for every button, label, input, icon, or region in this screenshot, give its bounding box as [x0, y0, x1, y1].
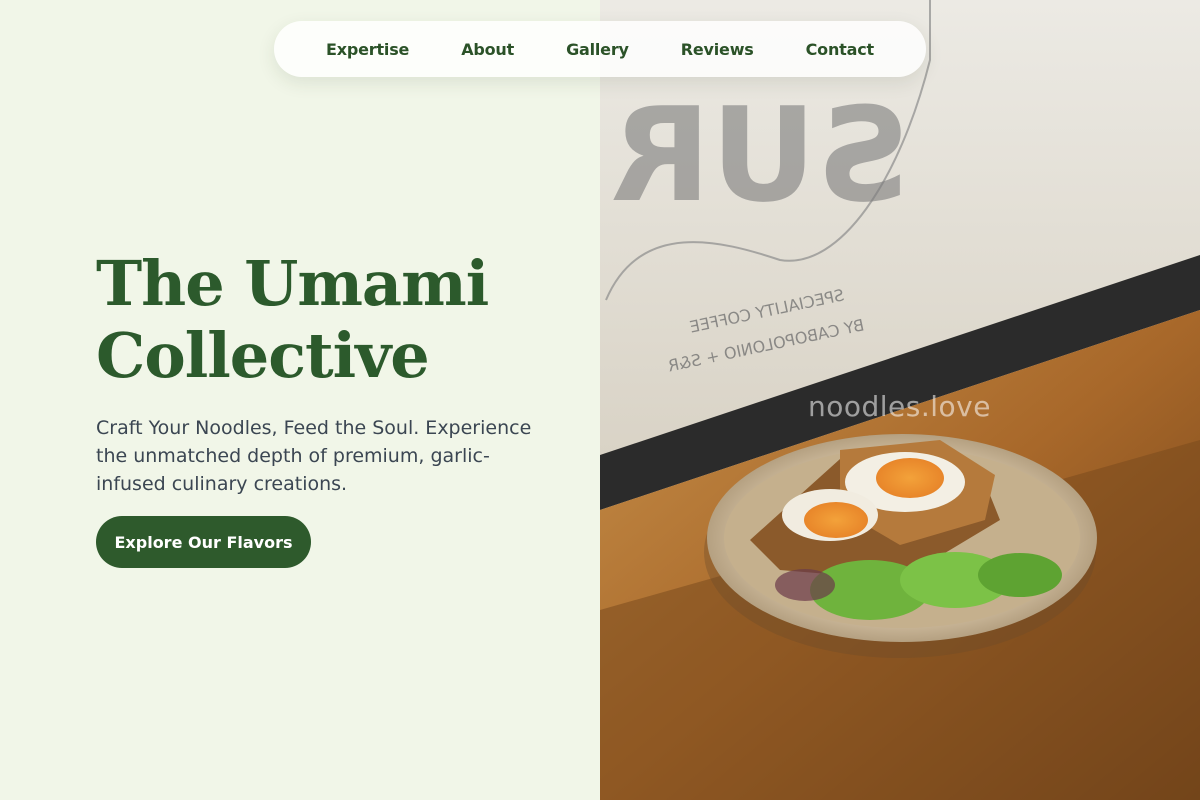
- nav-item-gallery[interactable]: Gallery: [566, 40, 629, 59]
- salad-leaf-3: [978, 553, 1062, 597]
- hero-title-line2: Collective: [96, 319, 430, 392]
- radicchio: [775, 569, 835, 601]
- hero-title-line1: The Umami: [96, 247, 489, 320]
- nav-item-contact[interactable]: Contact: [806, 40, 875, 59]
- watermark: noodles.love: [808, 390, 991, 423]
- egg-yolk: [876, 458, 944, 498]
- explore-flavors-button[interactable]: Explore Our Flavors: [96, 516, 311, 568]
- hero-title: The Umami Collective: [96, 248, 576, 392]
- top-nav: Expertise About Gallery Reviews Contact: [274, 21, 926, 77]
- hero-photo: SUR SPECIALITY COFFEE BY CABOPOLONIO + S…: [600, 0, 1200, 800]
- egg-yolk-2: [804, 502, 868, 538]
- hero-left-panel: The Umami Collective Craft Your Noodles,…: [0, 0, 600, 800]
- landing-page: The Umami Collective Craft Your Noodles,…: [0, 0, 1200, 800]
- window-lettering: SUR: [611, 79, 910, 231]
- nav-item-about[interactable]: About: [461, 40, 514, 59]
- nav-item-reviews[interactable]: Reviews: [681, 40, 754, 59]
- hero-subtitle: Craft Your Noodles, Feed the Soul. Exper…: [96, 417, 532, 495]
- nav-item-expertise[interactable]: Expertise: [326, 40, 409, 59]
